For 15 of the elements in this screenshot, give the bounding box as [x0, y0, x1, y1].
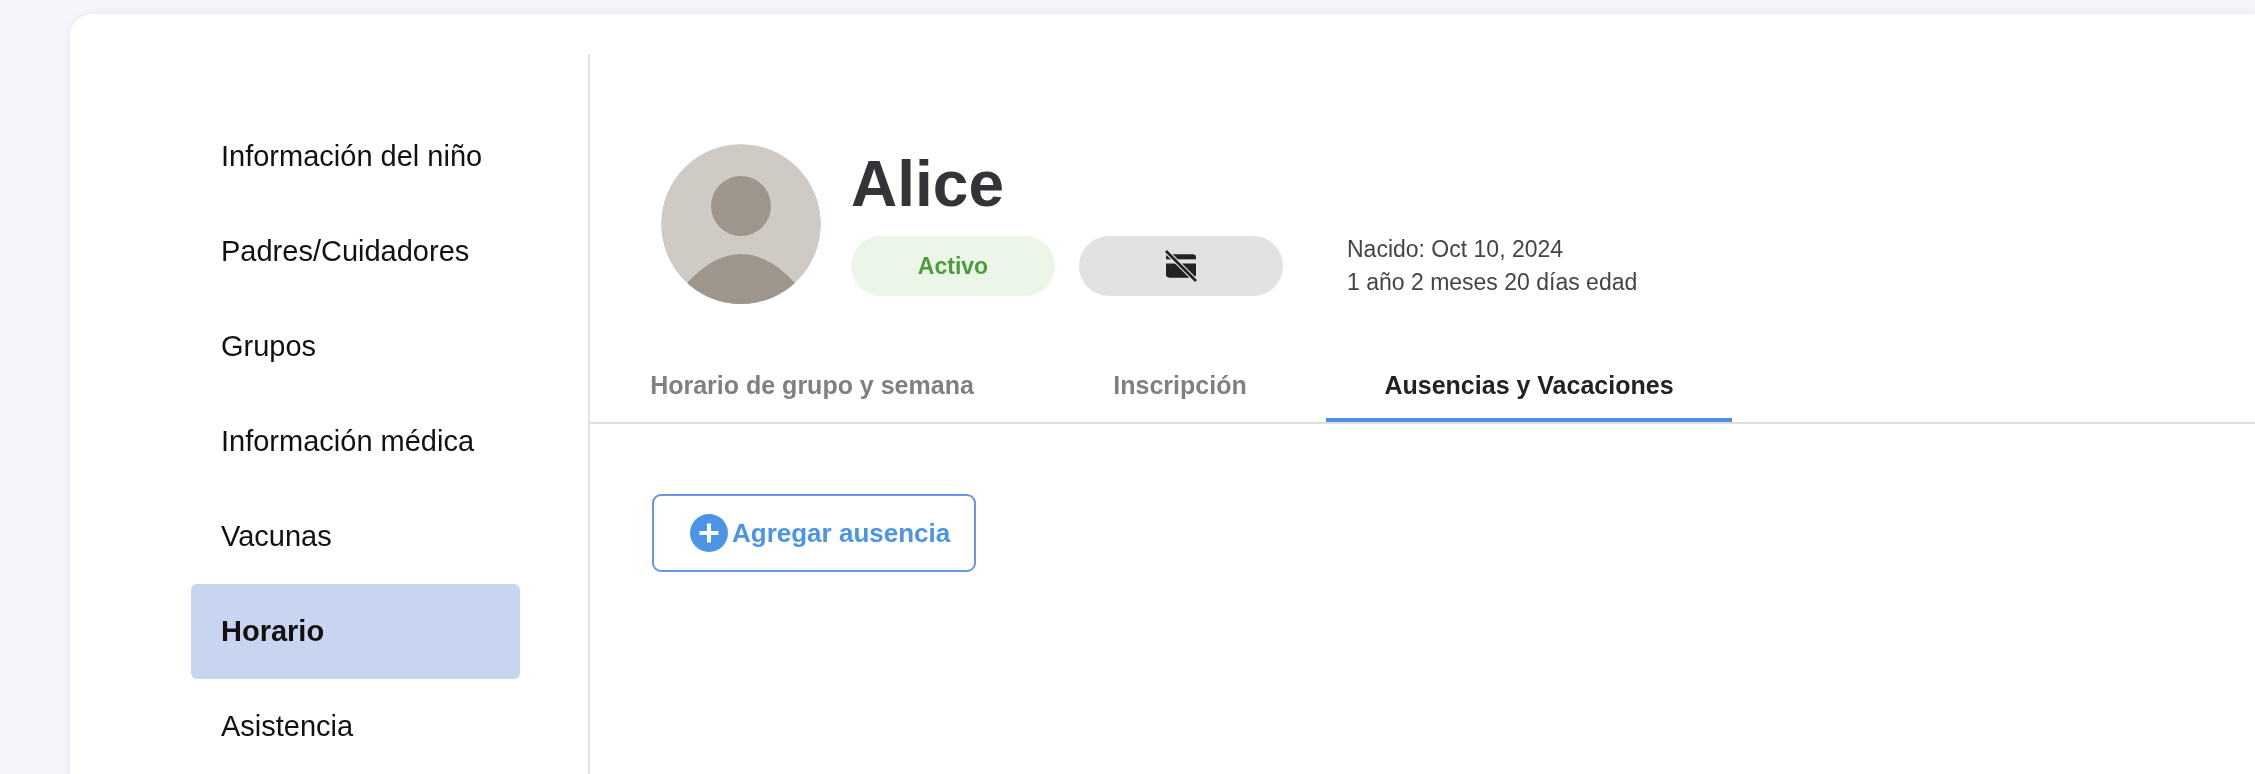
sidebar-item[interactable]: Horario	[191, 584, 520, 679]
tab[interactable]: Ausencias y Vacaciones	[1326, 352, 1732, 422]
child-name: Alice	[851, 152, 1005, 216]
sidebar-item[interactable]: Información del niño	[191, 109, 520, 204]
tab[interactable]: Inscripción	[1034, 352, 1326, 422]
plus-icon	[690, 514, 728, 552]
status-badge: Activo	[851, 236, 1055, 296]
sidebar-item[interactable]: Grupos	[191, 299, 520, 394]
sidebar-item[interactable]: Asistencia	[191, 679, 520, 774]
sidebar-item[interactable]: Vacunas	[191, 489, 520, 584]
age-text: 1 año 2 meses 20 días edad	[1347, 269, 1638, 296]
sidebar-item[interactable]: Información médica	[191, 394, 520, 489]
tab[interactable]: Horario de grupo y semana	[590, 352, 1034, 422]
sidebar-item[interactable]: Padres/Cuidadores	[191, 204, 520, 299]
birth-date: Nacido: Oct 10, 2024	[1347, 236, 1565, 263]
